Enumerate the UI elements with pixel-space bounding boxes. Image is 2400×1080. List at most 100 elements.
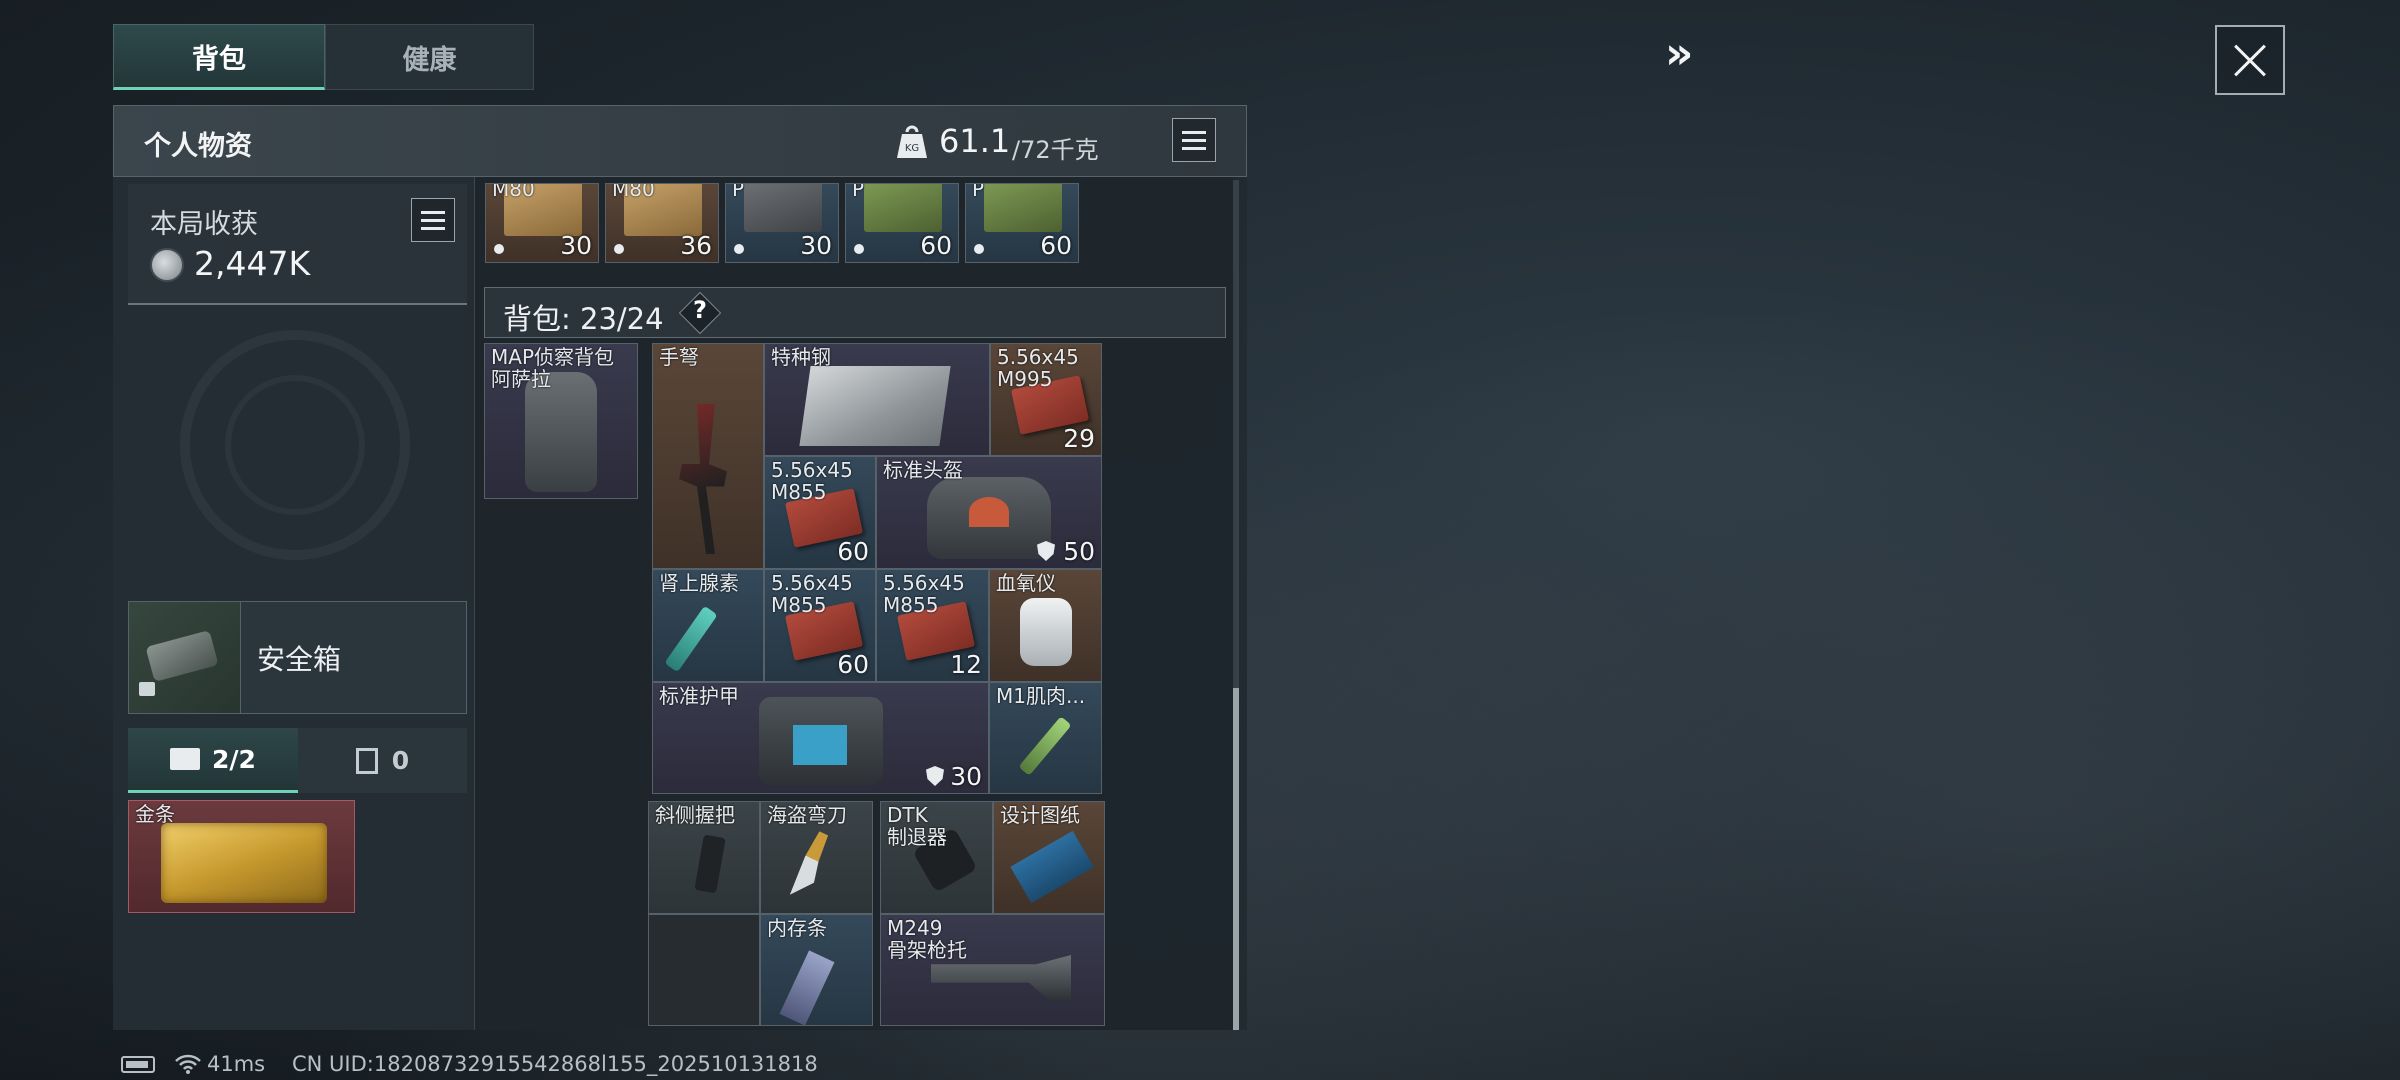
ammo-m855-item[interactable]: 5.56x45 M855 60 xyxy=(764,456,876,569)
harvest-panel: 本局收获 2,447K xyxy=(128,184,467,305)
tab-backpack[interactable]: 背包 xyxy=(113,24,325,90)
crossbow-item[interactable]: 手弩 xyxy=(652,343,764,569)
coin-icon xyxy=(150,248,184,282)
item-label: 5.56x45 M855 xyxy=(883,571,965,617)
gold-bar-icon xyxy=(161,823,327,903)
item-label: MAP侦察背包 阿萨拉 xyxy=(491,345,614,391)
item-label: 内存条 xyxy=(767,916,827,940)
helmet-item[interactable]: 标准头盔 50 xyxy=(876,456,1102,569)
bag-title: 背包: 23/24 xyxy=(503,302,664,336)
safebox-label: 安全箱 xyxy=(257,643,342,676)
header-list-button[interactable] xyxy=(1172,118,1216,162)
help-icon[interactable]: ? xyxy=(693,296,707,324)
item-label: 肾上腺素 xyxy=(659,571,739,595)
weight-icon: KG xyxy=(897,125,927,158)
ammo-item[interactable]: P 30 xyxy=(725,183,839,263)
backpack-equipped[interactable]: MAP侦察背包 阿萨拉 xyxy=(484,343,638,499)
ammo-box-icon xyxy=(864,184,942,232)
container-count: 0 xyxy=(391,746,410,775)
durability-value: 30 xyxy=(950,762,982,791)
close-button[interactable] xyxy=(2215,25,2285,95)
item-label: P xyxy=(972,183,985,201)
ram-stick-icon xyxy=(779,950,835,1025)
item-label: 5.56x45 M855 xyxy=(771,571,853,617)
safebox-slot[interactable]: 安全箱 xyxy=(128,601,467,714)
item-count: 60 xyxy=(920,231,952,260)
gold-label: 金条 xyxy=(135,802,175,826)
ammo-m995-item[interactable]: 5.56x45 M995 29 xyxy=(990,343,1102,456)
weight-max: /72千克 xyxy=(1012,136,1099,164)
ammo-m855-item[interactable]: 5.56x45 M855 12 xyxy=(876,569,989,682)
empty-slot[interactable] xyxy=(648,914,760,1026)
syringe-icon xyxy=(664,605,718,673)
crossbow-icon xyxy=(679,404,727,554)
oximeter-icon xyxy=(1020,598,1072,666)
dtk-item[interactable]: DTK 制退器 xyxy=(880,801,993,914)
grip-item[interactable]: 斜侧握把 xyxy=(648,801,760,914)
item-label: 手弩 xyxy=(659,345,699,369)
dot-icon xyxy=(494,244,504,254)
tab-tools[interactable]: 2/2 xyxy=(128,728,298,793)
uid-text: CN UID:18208732915542868l155_20251013181… xyxy=(292,1052,818,1076)
safebox-thumbnail xyxy=(129,602,241,713)
item-label: 海盗弯刀 xyxy=(767,803,847,827)
item-label: P xyxy=(732,183,745,201)
ram-item[interactable]: 内存条 xyxy=(760,914,873,1026)
helmet-patch xyxy=(969,497,1009,527)
tools-count: 2/2 xyxy=(212,744,256,774)
ammo-item[interactable]: P 60 xyxy=(965,183,1079,263)
harvest-list-button[interactable] xyxy=(411,198,455,242)
dot-icon xyxy=(734,244,744,254)
knife-icon xyxy=(783,828,834,902)
blueprint-item[interactable]: 设计图纸 xyxy=(993,801,1105,914)
ammo-m855-item[interactable]: 5.56x45 M855 60 xyxy=(764,569,876,682)
item-label: 标准头盔 xyxy=(883,458,963,482)
dot-icon xyxy=(614,244,624,254)
item-count: 60 xyxy=(837,537,869,566)
m1-item[interactable]: M1肌肉... xyxy=(989,682,1102,794)
wifi-icon xyxy=(175,1054,201,1074)
safebox-case-icon xyxy=(145,630,219,682)
oximeter-item[interactable]: 血氧仪 xyxy=(989,569,1102,682)
ammo-item[interactable]: M80 36 xyxy=(605,183,719,263)
item-count: 30 xyxy=(560,231,592,260)
toolbox-icon xyxy=(170,748,201,770)
emblem-inner xyxy=(225,375,365,515)
item-count: 60 xyxy=(837,650,869,679)
scrollbar-thumb[interactable] xyxy=(1233,688,1239,1030)
expand-chevron-icon[interactable]: » xyxy=(1665,28,1693,79)
armor-plate xyxy=(793,725,847,765)
blueprint-icon xyxy=(1010,830,1094,904)
tab-health[interactable]: 健康 xyxy=(325,24,534,90)
adrenaline-item[interactable]: 肾上腺素 xyxy=(652,569,764,682)
ammo-item[interactable]: P 60 xyxy=(845,183,959,263)
ammo-item[interactable]: M80 30 xyxy=(485,183,599,263)
bag-capacity-bar: 背包: 23/24 ? xyxy=(484,287,1226,338)
item-label: M80 xyxy=(612,183,655,201)
tab-container[interactable]: 0 xyxy=(298,728,467,793)
item-label: M80 xyxy=(492,183,535,201)
lock-icon xyxy=(139,682,155,696)
inventory-header: 个人物资 KG 61.1 /72千克 xyxy=(113,105,1247,177)
battery-fill xyxy=(126,1061,148,1068)
knife-item[interactable]: 海盗弯刀 xyxy=(760,801,873,914)
item-count: 30 xyxy=(800,231,832,260)
item-label: P xyxy=(852,183,865,201)
header-title: 个人物资 xyxy=(144,131,252,162)
dot-icon xyxy=(854,244,864,254)
weight-current: 61.1 xyxy=(939,122,1011,160)
gold-bar-slot[interactable]: 金条 xyxy=(128,800,355,913)
item-label: M1肌肉... xyxy=(996,684,1086,708)
steel-item[interactable]: 特种钢 xyxy=(764,343,990,456)
ammo-box-icon xyxy=(744,184,822,232)
armor-item[interactable]: 标准护甲 30 xyxy=(652,682,989,794)
harvest-label: 本局收获 xyxy=(150,209,258,240)
stock-item[interactable]: M249 骨架枪托 xyxy=(880,914,1105,1026)
item-label: 5.56x45 M855 xyxy=(771,458,853,504)
item-count: 36 xyxy=(680,231,712,260)
durability-value: 50 xyxy=(1063,537,1095,566)
item-label: 特种钢 xyxy=(771,345,831,369)
item-label: 5.56x45 M995 xyxy=(997,345,1079,391)
item-label: 斜侧握把 xyxy=(655,803,735,827)
ping-value: 41ms xyxy=(207,1052,266,1076)
